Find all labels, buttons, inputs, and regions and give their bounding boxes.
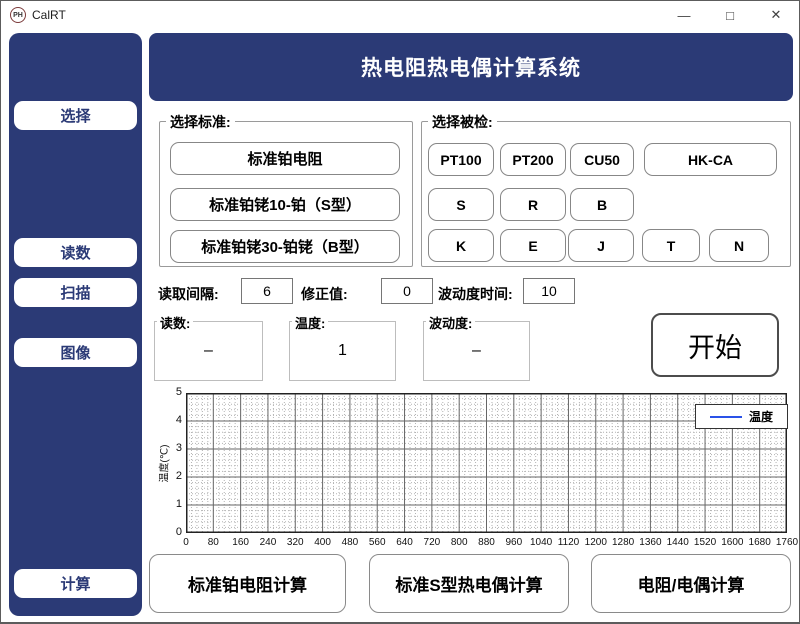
- minimize-icon[interactable]: —: [661, 1, 707, 29]
- x-axis-tick-label: 160: [232, 537, 249, 548]
- header-banner: 热电阻热电偶计算系统: [149, 33, 793, 101]
- x-axis-tick-label: 1040: [530, 537, 552, 548]
- standard-pt-resistance-calc-button[interactable]: 标准铂电阻计算: [149, 554, 346, 613]
- x-axis-tick-label: 400: [314, 537, 331, 548]
- x-axis-tick-label: 800: [451, 537, 468, 548]
- fluctuation-time-input[interactable]: [523, 278, 575, 304]
- x-axis-tick-label: 1200: [585, 537, 607, 548]
- dut-button-j[interactable]: J: [568, 229, 634, 262]
- dut-button-cu50[interactable]: CU50: [570, 143, 634, 176]
- standard-group: 选择标准: 标准铂电阻 标准铂铑10-铂（S型） 标准铂铑30-铂铑（B型）: [159, 121, 413, 267]
- x-axis-tick-label: 480: [342, 537, 359, 548]
- x-axis-tick-label: 1280: [612, 537, 634, 548]
- maximize-icon[interactable]: □: [707, 1, 753, 29]
- start-button[interactable]: 开始: [651, 313, 779, 377]
- sidebar-item-reading[interactable]: 读数: [14, 238, 137, 267]
- sidebar: 选择 读数 扫描 图像 计算: [9, 33, 142, 616]
- standard-s-type-button[interactable]: 标准铂铑10-铂（S型）: [170, 188, 400, 221]
- x-axis-tick-label: 640: [396, 537, 413, 548]
- sidebar-item-image[interactable]: 图像: [14, 338, 137, 367]
- y-axis-tick-label: 2: [158, 470, 182, 482]
- page-title: 热电阻热电偶计算系统: [361, 52, 581, 82]
- x-axis-tick-label: 1680: [749, 537, 771, 548]
- dut-button-e[interactable]: E: [500, 229, 566, 262]
- y-axis-tick-label: 5: [158, 386, 182, 398]
- x-axis-tick-label: 1600: [721, 537, 743, 548]
- x-axis-tick-label: 720: [424, 537, 441, 548]
- x-axis-tick-label: 960: [505, 537, 522, 548]
- dut-button-s[interactable]: S: [428, 188, 494, 221]
- dut-button-k[interactable]: K: [428, 229, 494, 262]
- standard-s-thermocouple-calc-button[interactable]: 标准S型热电偶计算: [369, 554, 569, 613]
- fluctuation-time-label: 波动度时间:: [438, 284, 513, 304]
- y-axis-tick-label: 3: [158, 442, 182, 454]
- dut-button-t[interactable]: T: [642, 229, 700, 262]
- window-title: CalRT: [32, 8, 66, 22]
- x-axis-tick-label: 1360: [639, 537, 661, 548]
- temperature-chart: 温度(℃) 0 1 2 3 4 5 0 80 160 240 320 400 480 560 640 720…: [156, 389, 800, 551]
- temperature-display-value: 1: [290, 322, 395, 380]
- reading-display-box: 读数: –: [154, 321, 263, 381]
- standard-group-legend: 选择标准:: [166, 112, 235, 132]
- legend-line-icon: [710, 416, 742, 418]
- x-axis-tick-label: 1440: [667, 537, 689, 548]
- sidebar-item-select[interactable]: 选择: [14, 101, 137, 130]
- dut-group: 选择被检: PT100 PT200 CU50 HK-CA S R B K E J…: [421, 121, 791, 267]
- x-axis-tick-label: 1760: [776, 537, 798, 548]
- correction-label: 修正值:: [301, 284, 348, 304]
- titlebar: PH CalRT — □ ✕: [1, 1, 799, 29]
- dut-button-n[interactable]: N: [709, 229, 769, 262]
- sidebar-item-calculate[interactable]: 计算: [14, 569, 137, 598]
- y-axis-tick-label: 0: [158, 526, 182, 538]
- temperature-display-box: 温度: 1: [289, 321, 396, 381]
- legend-series-label: 温度: [749, 408, 773, 425]
- resistance-thermocouple-calc-button[interactable]: 电阻/电偶计算: [591, 554, 791, 613]
- y-axis-tick-label: 1: [158, 498, 182, 510]
- close-icon[interactable]: ✕: [753, 1, 799, 29]
- chart-y-axis-label: 温度(℃): [156, 429, 171, 499]
- x-axis-tick-label: 1120: [558, 537, 580, 548]
- fluctuation-display-box: 波动度: –: [423, 321, 530, 381]
- chart-legend: 温度: [695, 404, 788, 429]
- dut-button-hk-ca[interactable]: HK-CA: [644, 143, 777, 176]
- x-axis-tick-label: 80: [208, 537, 219, 548]
- correction-input[interactable]: [381, 278, 433, 304]
- sidebar-item-scan[interactable]: 扫描: [14, 278, 137, 307]
- y-axis-tick-label: 4: [158, 414, 182, 426]
- dut-button-pt100[interactable]: PT100: [428, 143, 494, 176]
- app-logo-text: PH: [13, 12, 23, 19]
- reading-display-value: –: [155, 322, 262, 380]
- x-axis-tick-label: 0: [183, 537, 189, 548]
- window-controls: — □ ✕: [661, 1, 799, 29]
- standard-pt-resistance-button[interactable]: 标准铂电阻: [170, 142, 400, 175]
- x-axis-tick-label: 240: [260, 537, 277, 548]
- x-axis-tick-label: 1520: [694, 537, 716, 548]
- standard-b-type-button[interactable]: 标准铂铑30-铂铑（B型）: [170, 230, 400, 263]
- x-axis-tick-label: 560: [369, 537, 386, 548]
- dut-button-r[interactable]: R: [500, 188, 566, 221]
- read-interval-label: 读取间隔:: [158, 284, 219, 304]
- app-logo-icon: PH: [10, 7, 26, 23]
- fluctuation-display-value: –: [424, 322, 529, 380]
- dut-button-pt200[interactable]: PT200: [500, 143, 566, 176]
- app-window: PH CalRT — □ ✕ 选择 读数 扫描 图像 计算 热电阻热电偶计算系统…: [0, 0, 800, 624]
- dut-button-b[interactable]: B: [570, 188, 634, 221]
- x-axis-tick-label: 320: [287, 537, 304, 548]
- dut-group-legend: 选择被检:: [428, 112, 497, 132]
- x-axis-tick-label: 880: [478, 537, 495, 548]
- read-interval-input[interactable]: [241, 278, 293, 304]
